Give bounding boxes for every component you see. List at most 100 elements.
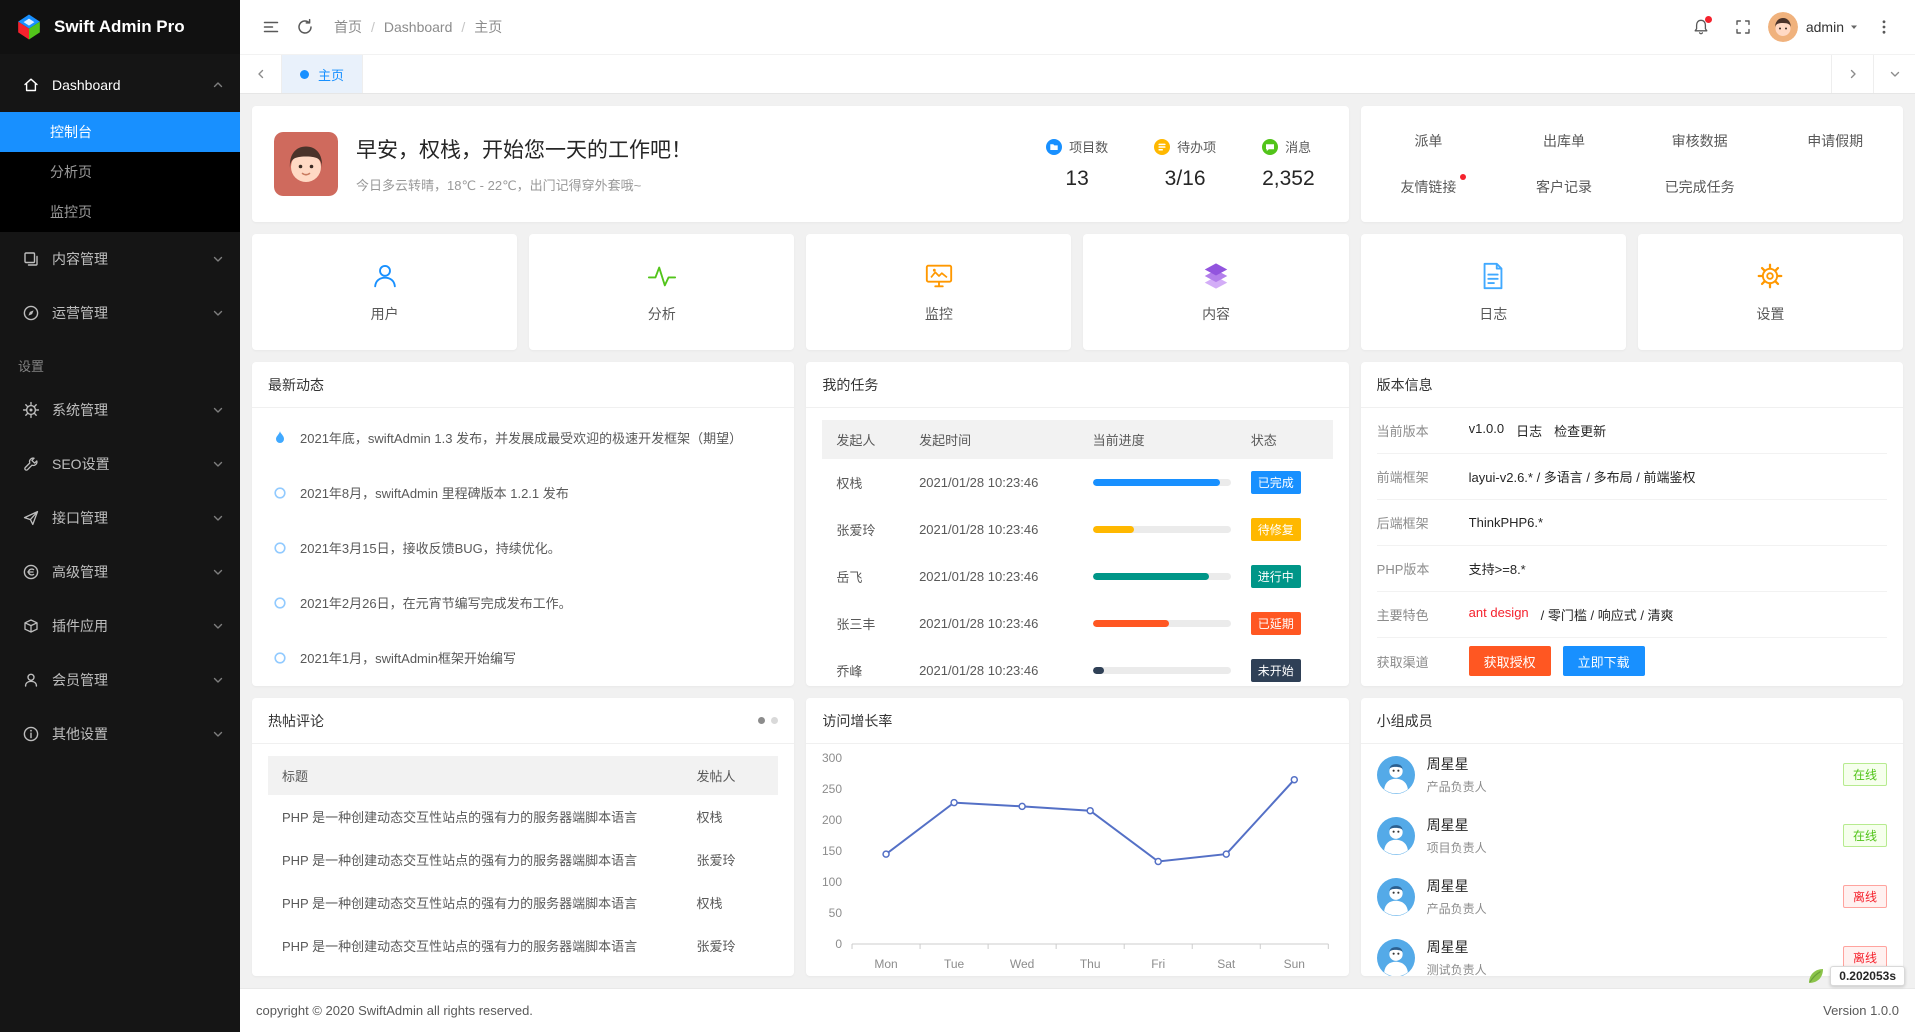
quick-links-grid: 派单 出库单 审核数据 申请假期友情链接 客户记录 已完成任务 (1361, 106, 1903, 222)
circle-icon (272, 595, 288, 611)
quick-link[interactable]: 客户记录 (1536, 177, 1592, 197)
quick-link[interactable]: 审核数据 (1672, 131, 1728, 151)
shortcut-card[interactable]: 设置 (1638, 234, 1903, 350)
post-title[interactable]: PHP 是一种创建动态交互性站点的强有力的服务器端脚本语言 (268, 838, 686, 881)
member-name: 周星星 (1427, 937, 1487, 957)
version-value[interactable]: 日志 (1516, 421, 1542, 440)
download-button[interactable]: 立即下载 (1563, 646, 1645, 676)
post-title[interactable]: PHP 是一种创建动态交互性站点的强有力的服务器端脚本语言 (268, 924, 686, 967)
sidebar-subitem[interactable]: 分析页 (0, 152, 240, 192)
task-row: 岳飞2021/01/28 10:23:46进行中 (822, 553, 1332, 600)
news-item[interactable]: 2021年底，swiftAdmin 1.3 发布，并发展成最受欢迎的极速开发框架… (252, 410, 794, 465)
version-card: 版本信息 当前版本v1.0.0日志检查更新前端框架layui-v2.6.* / … (1361, 362, 1903, 686)
post-title[interactable]: PHP 是一种创建动态交互性站点的强有力的服务器端脚本语言 (268, 881, 686, 924)
circle-icon (272, 540, 288, 556)
svg-text:150: 150 (822, 844, 842, 858)
news-item[interactable]: 2021年1月，swiftAdmin框架开始编写 (252, 630, 794, 685)
get-license-button[interactable]: 获取授权 (1469, 646, 1551, 676)
tasks-table-wrap: 发起人发起时间当前进度状态 权栈2021/01/28 10:23:46已完成张爱… (806, 408, 1348, 686)
task-time: 2021/01/28 10:23:46 (909, 600, 1083, 647)
svg-text:Tue: Tue (944, 957, 965, 971)
card-header: 访问增长率 (806, 698, 1348, 744)
shortcut-card[interactable]: 分析 (529, 234, 794, 350)
version-row: 后端框架ThinkPHP6.* (1377, 500, 1887, 546)
shortcut-label: 设置 (1756, 304, 1784, 324)
task-time: 2021/01/28 10:23:46 (909, 553, 1083, 600)
app-logo[interactable]: Swift Admin Pro (0, 0, 240, 54)
chevron-down-icon (212, 674, 224, 686)
shortcut-card[interactable]: 监控 (806, 234, 1071, 350)
post-author: 权栈 (686, 881, 778, 924)
tab-active-dot (300, 70, 309, 79)
version-row-label: PHP版本 (1377, 559, 1469, 578)
tab-scroll-left-button[interactable] (240, 55, 282, 93)
carousel-dot[interactable] (758, 717, 765, 724)
sidebar-item-other[interactable]: 其他设置 (0, 707, 240, 761)
news-item[interactable]: 2021年3月15日，接收反馈BUG，持续优化。 (252, 520, 794, 575)
sidebar-subitem[interactable]: 监控页 (0, 192, 240, 232)
breadcrumb-item[interactable]: 主页 (474, 17, 502, 37)
chevron-up-icon (212, 79, 224, 91)
app-root: Swift Admin Pro Dashboard控制台分析页监控页内容管理运营… (0, 0, 1915, 1032)
version-value[interactable]: 检查更新 (1554, 421, 1606, 440)
quick-link[interactable]: 派单 (1414, 131, 1442, 151)
status-badge: 在线 (1843, 824, 1887, 847)
tab-scroll-right-button[interactable] (1831, 55, 1873, 93)
news-item[interactable]: 2021年2月26日，在元宵节编写完成发布工作。 (252, 575, 794, 630)
sidebar-item-content[interactable]: 内容管理 (0, 232, 240, 286)
breadcrumb-separator: / (371, 19, 375, 35)
sidebar-item-plugin[interactable]: 插件应用 (0, 599, 240, 653)
shortcut-card[interactable]: 用户 (252, 234, 517, 350)
card-header: 版本信息 (1361, 362, 1903, 408)
hot-posts-table: 标题发帖人 PHP 是一种创建动态交互性站点的强有力的服务器端脚本语言权栈PHP… (268, 756, 778, 976)
sidebar-item-api[interactable]: 接口管理 (0, 491, 240, 545)
post-title[interactable]: PHP 是一种创建动态交互性站点的强有力的服务器端脚本语言 (268, 967, 686, 976)
notifications-button[interactable] (1684, 10, 1718, 44)
api-icon (22, 509, 40, 527)
quick-link[interactable]: 已完成任务 (1665, 177, 1735, 197)
tabbar: 主页 (240, 54, 1915, 94)
quick-link[interactable]: 申请假期 (1807, 131, 1863, 151)
sidebar-item-seo[interactable]: SEO设置 (0, 437, 240, 491)
member-role: 测试负责人 (1427, 961, 1487, 976)
hot-posts-card: 热帖评论 标题发帖人 PHP 是一种创建动态交互性站点的强有力的服务器端脚本语言… (252, 698, 794, 976)
quick-links-card: 派单 出库单 审核数据 申请假期友情链接 客户记录 已完成任务 (1361, 106, 1903, 222)
quick-link[interactable]: 出库单 (1543, 131, 1585, 151)
card-title: 版本信息 (1377, 375, 1433, 395)
version-row-label: 主要特色 (1377, 605, 1469, 624)
refresh-button[interactable] (288, 10, 322, 44)
shortcut-card[interactable]: 日志 (1361, 234, 1626, 350)
seo-icon (22, 455, 40, 473)
collapse-sidebar-button[interactable] (254, 10, 288, 44)
copyright: copyright © 2020 SwiftAdmin all rights r… (256, 1003, 533, 1018)
debug-trace-chip[interactable]: 0.202053s (1806, 966, 1905, 986)
user-menu[interactable]: admin (1806, 19, 1859, 35)
news-item[interactable]: 2021年8月，swiftAdmin 里程碑版本 1.2.1 发布 (252, 465, 794, 520)
sidebar-item-operation[interactable]: 运营管理 (0, 286, 240, 340)
quick-link[interactable]: 友情链接 (1400, 177, 1456, 197)
more-menu-button[interactable] (1867, 10, 1901, 44)
sidebar-subitem[interactable]: 控制台 (0, 112, 240, 152)
tasks-card: 我的任务 发起人发起时间当前进度状态 权栈2021/01/28 10:23:46… (806, 362, 1348, 686)
growth-chart-card: 访问增长率 050100150200250300MonTueWedThuFriS… (806, 698, 1348, 976)
sidebar-item-member[interactable]: 会员管理 (0, 653, 240, 707)
user-avatar[interactable] (1768, 12, 1798, 42)
shortcut-card[interactable]: 内容 (1083, 234, 1348, 350)
footer: copyright © 2020 SwiftAdmin all rights r… (240, 988, 1915, 1032)
task-time: 2021/01/28 10:23:46 (909, 459, 1083, 506)
sidebar-item-advanced[interactable]: 高级管理 (0, 545, 240, 599)
tab[interactable]: 主页 (282, 55, 363, 93)
stat-label: 项目数 (1046, 137, 1108, 156)
sidebar-item-dashboard[interactable]: Dashboard (0, 58, 240, 112)
fullscreen-button[interactable] (1726, 10, 1760, 44)
post-title[interactable]: PHP 是一种创建动态交互性站点的强有力的服务器端脚本语言 (268, 795, 686, 838)
carousel-dot[interactable] (771, 717, 778, 724)
plugin-icon (22, 617, 40, 635)
projects-icon (1046, 139, 1062, 155)
breadcrumb-item[interactable]: 首页 (334, 17, 362, 37)
tab-dropdown-button[interactable] (1873, 55, 1915, 93)
hot-posts-table-wrap: 标题发帖人 PHP 是一种创建动态交互性站点的强有力的服务器端脚本语言权栈PHP… (252, 744, 794, 976)
sidebar-item-system[interactable]: 系统管理 (0, 383, 240, 437)
task-row: 乔峰2021/01/28 10:23:46未开始 (822, 647, 1332, 686)
breadcrumb-item[interactable]: Dashboard (384, 19, 453, 35)
